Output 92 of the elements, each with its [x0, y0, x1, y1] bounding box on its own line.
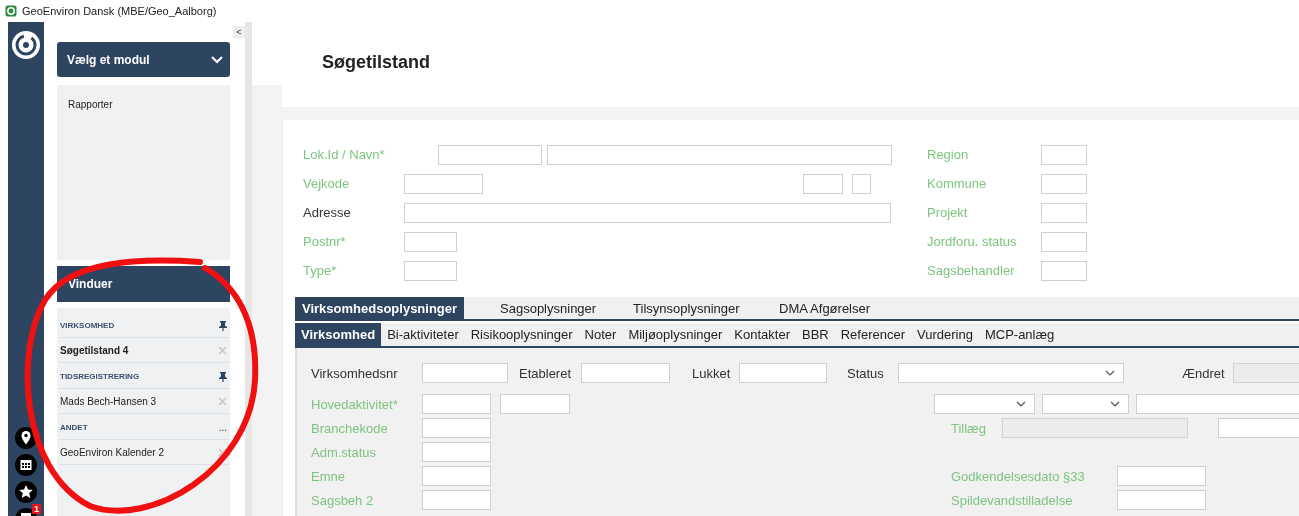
input-field[interactable] [422, 466, 491, 486]
field-label: Virksomhedsnr [311, 365, 399, 381]
sub-tab[interactable]: Risikooplysninger [464, 323, 579, 346]
tab[interactable]: Sagsoplysninger [488, 297, 609, 319]
field-label: Kommune [927, 176, 988, 191]
windows-title: Vinduer [68, 277, 113, 291]
page-title: Søgetilstand [322, 52, 430, 73]
window-title: GeoEnviron Dansk (MBE/Geo_Aalborg) [22, 5, 217, 17]
input-field[interactable] [547, 144, 892, 165]
field-label: Sagsbehandler [927, 263, 1016, 278]
input-field[interactable] [1117, 490, 1206, 510]
field-label: Type* [303, 263, 338, 278]
tab[interactable]: Tilsynsoplysninger [626, 297, 747, 319]
sub-tab[interactable]: MCP-anlæg [978, 323, 1061, 346]
app-logo-icon [5, 5, 17, 17]
sub-tab[interactable]: Bi-aktiviteter [381, 323, 465, 346]
chevron-down-icon [1105, 370, 1115, 376]
field-label: Etableret [519, 365, 573, 381]
input-field[interactable] [1041, 144, 1087, 165]
field-label: Jordforu. status [927, 234, 1018, 249]
input-field[interactable] [852, 173, 871, 194]
map-pin-icon[interactable] [15, 427, 37, 449]
module-dropdown[interactable]: Vælg et modul [57, 42, 230, 77]
input-field[interactable] [422, 363, 508, 383]
input-field[interactable] [422, 442, 491, 462]
sub-tab[interactable]: BBR [796, 323, 835, 346]
group-heading: VIRKSOMHED [60, 321, 115, 330]
input-field[interactable] [739, 363, 827, 383]
collapse-button[interactable]: < [233, 26, 245, 38]
sub-tab[interactable]: Kontakter [728, 323, 796, 346]
field-label: Postnr* [303, 234, 347, 249]
field-label: Godkendelsesdato §33 [951, 468, 1086, 484]
field-label: Tillæg [951, 420, 987, 436]
notification-badge: 1 [32, 504, 41, 514]
field-label: Lukket [692, 365, 732, 381]
input-field[interactable] [422, 418, 491, 438]
pin-icon[interactable] [219, 371, 227, 382]
input-field[interactable] [1041, 260, 1087, 281]
module-item[interactable]: Rapporter [57, 99, 230, 110]
input-field[interactable] [438, 144, 542, 165]
field-label: Sagsbeh 2 [311, 492, 375, 508]
group-heading: TIDSREGISTRERING [60, 372, 140, 381]
field-label: Emne [311, 468, 346, 484]
field-label: Adm.status [311, 444, 378, 460]
tab[interactable]: Virksomhedsoplysninger [295, 297, 465, 319]
input-field[interactable] [422, 394, 491, 414]
field-label: Spildevandstilladelse [951, 492, 1074, 508]
input-field[interactable] [1218, 418, 1299, 438]
field-label: Branchekode [311, 420, 389, 436]
calendar-icon[interactable] [15, 454, 37, 476]
chevron-down-icon [211, 55, 223, 64]
group-heading: ANDET [60, 423, 88, 432]
input-field[interactable] [404, 231, 457, 252]
input-field[interactable] [422, 490, 491, 510]
sub-tab[interactable]: Referencer [834, 323, 912, 346]
sub-tab[interactable]: Virksomhed [295, 323, 382, 346]
input-field[interactable] [404, 260, 457, 281]
sub-tab[interactable]: Miljøoplysninger [622, 323, 729, 346]
window-item[interactable]: Mads Bech-Hansen 3 [59, 389, 230, 414]
field-label: Status [847, 365, 885, 381]
more-button[interactable]: ... [218, 422, 227, 433]
input-field[interactable] [404, 173, 483, 194]
dropdown[interactable] [898, 363, 1124, 383]
input-field[interactable] [1136, 394, 1299, 414]
chevron-down-icon [1016, 401, 1026, 407]
dropdown[interactable] [934, 394, 1035, 414]
sub-tab[interactable]: Vurdering [911, 323, 979, 346]
input-field[interactable] [1041, 231, 1087, 252]
close-icon[interactable] [218, 447, 227, 457]
field-label: Hovedaktivitet* [311, 396, 399, 412]
input-field[interactable] [500, 394, 570, 414]
field-label: Adresse [303, 205, 352, 220]
splitter-bar[interactable] [245, 22, 252, 516]
input-field[interactable] [1041, 202, 1087, 223]
sub-tab[interactable]: Noter [578, 323, 623, 346]
field-label: Region [927, 147, 970, 162]
input-field[interactable] [404, 202, 891, 223]
window-item[interactable]: Søgetilstand 4 [59, 338, 230, 363]
input-field[interactable] [803, 173, 843, 194]
input-field[interactable] [1041, 173, 1087, 194]
field-label: Ændret [1182, 365, 1226, 381]
tab[interactable]: DMA Afgørelser [764, 297, 885, 319]
pin-icon[interactable] [219, 320, 227, 331]
field-label: Vejkode [303, 176, 351, 191]
field-label: Lok.Id / Navn* [303, 147, 386, 162]
input-field[interactable] [1117, 466, 1206, 486]
window-item[interactable]: GeoEnviron Kalender 2 [59, 440, 230, 465]
field-label: Projekt [927, 205, 969, 220]
logo-icon [11, 30, 41, 60]
chevron-down-icon [1110, 401, 1120, 407]
dropdown[interactable] [1042, 394, 1129, 414]
input-field[interactable] [581, 363, 670, 383]
